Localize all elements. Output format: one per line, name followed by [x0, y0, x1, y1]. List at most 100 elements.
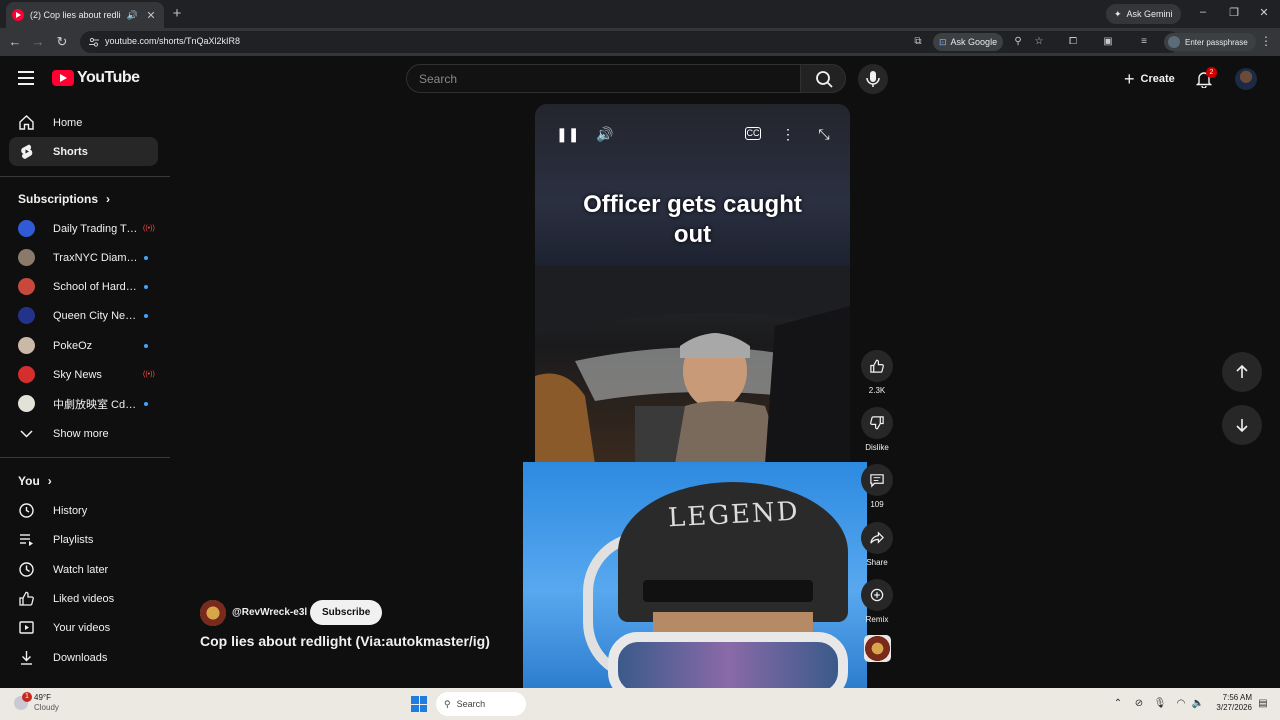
close-window-button[interactable]: ✕ [1257, 6, 1271, 19]
volume-icon[interactable]: 🔊 [596, 125, 614, 143]
remix-button[interactable]: Remix [861, 579, 893, 624]
liked-videos-icon [19, 591, 34, 606]
site-info-icon[interactable] [88, 36, 100, 48]
sidebar-item-label: Playlists [53, 533, 94, 546]
thumbs-up-icon [870, 359, 884, 373]
channel-avatar [18, 395, 35, 412]
ask-google-button[interactable]: ⊡ Ask Google [933, 33, 1004, 51]
forward-icon[interactable]: → [30, 34, 46, 50]
sidebar-item-downloads[interactable]: Downloads [9, 643, 158, 672]
create-label: Create [1140, 72, 1175, 85]
extensions-icon[interactable]: ⧠ [1066, 36, 1080, 47]
sound-thumbnail[interactable] [864, 635, 891, 662]
volume-tray-icon[interactable]: 🔈 [1191, 698, 1205, 709]
sidebar-item-watch-later[interactable]: Watch later [9, 555, 158, 584]
wifi-icon[interactable]: ◠ [1174, 698, 1188, 709]
sidebar-item-your-videos[interactable]: Your videos [9, 613, 158, 642]
taskbar-search[interactable]: ⚲ Search [436, 692, 526, 716]
subscription-school-of-hard-knocks[interactable]: School of Hard K... [9, 272, 158, 301]
subscription-queen-city-news[interactable]: Queen City News [9, 301, 158, 330]
sidebar-item-playlists[interactable]: Playlists [9, 525, 158, 554]
weather-condition: Cloudy [34, 703, 59, 712]
search-icon [816, 71, 833, 88]
profile-passphrase-button[interactable]: Enter passphrase [1164, 33, 1256, 51]
profile-avatar [1168, 36, 1180, 48]
fullscreen-icon[interactable]: ⤡ [815, 125, 833, 143]
comments-button[interactable]: 109 [861, 464, 893, 509]
create-button[interactable]: + Create [1112, 64, 1187, 93]
search-placeholder: Search [419, 72, 458, 86]
subscriptions-title: Subscriptions [18, 192, 99, 206]
network-off-icon[interactable]: ⊘ [1132, 698, 1146, 709]
channel-avatar [18, 307, 35, 324]
search-input[interactable]: Search [406, 64, 801, 93]
subscription-traxnyc[interactable]: TraxNYC Diamon... [9, 243, 158, 272]
tab-audio-icon[interactable]: 🔊 [127, 10, 138, 21]
comment-icon [870, 474, 884, 488]
live-icon: ((•)) [143, 225, 155, 232]
media-controls-icon[interactable]: ≡ [1137, 36, 1151, 47]
install-app-icon[interactable]: ⧉ [911, 36, 925, 47]
guide-menu-icon[interactable] [18, 71, 34, 85]
pause-icon[interactable]: ❚❚ [556, 125, 579, 143]
split-view-icon[interactable]: ▣ [1101, 36, 1115, 47]
previous-short-button[interactable] [1222, 352, 1262, 392]
address-bar[interactable]: youtube.com/shorts/TnQaXl2kIR8 ⧉ ⊡ Ask G… [80, 31, 1180, 53]
youtube-logo[interactable]: YouTube [52, 69, 140, 87]
subscription-pokeoz[interactable]: PokeOz [9, 331, 158, 360]
windows-start-icon[interactable] [411, 696, 427, 712]
browser-tab[interactable]: (2) Cop lies about redlight | 🔊 ✕ [6, 2, 164, 28]
share-button[interactable]: Share [861, 522, 893, 567]
maximize-button[interactable]: ❐ [1227, 6, 1241, 19]
show-more-button[interactable]: Show more [9, 419, 158, 448]
dislike-button[interactable]: Dislike [861, 407, 893, 452]
new-tab-button[interactable]: + [170, 5, 184, 22]
shorts-video-player[interactable]: Officer gets caught out ❚❚ 🔊 CC ⋮ ⤡ [535, 104, 850, 464]
sidebar-item-history[interactable]: History [9, 496, 158, 525]
next-short-button[interactable] [1222, 405, 1262, 445]
account-avatar[interactable] [1235, 68, 1257, 90]
browser-menu-icon[interactable]: ⋮ [1260, 34, 1272, 48]
closed-captions-icon[interactable]: CC [745, 127, 761, 140]
subscription-sky-news[interactable]: Sky News ((•)) [9, 360, 158, 389]
system-clock[interactable]: 7:56 AM 3/27/2026 [1212, 693, 1252, 713]
microphone-tray-icon[interactable]: 🎙 [1153, 698, 1167, 709]
sidebar-item-label: Watch later [53, 563, 109, 576]
passphrase-label: Enter passphrase [1185, 37, 1248, 47]
sidebar-item-label: Downloads [53, 651, 108, 664]
subscription-daily-trading-tips[interactable]: Daily Trading Tips ((•)) [9, 214, 158, 243]
sidebar-item-liked-videos[interactable]: Liked videos [9, 584, 158, 613]
chevron-down-icon [20, 430, 33, 438]
you-heading[interactable]: You › [18, 474, 52, 488]
channel-avatar[interactable] [200, 600, 226, 626]
weather-widget[interactable]: 1 49°F Cloudy [14, 692, 59, 713]
watch-later-icon [19, 562, 34, 577]
reload-icon[interactable]: ↻ [54, 34, 70, 50]
channel-handle[interactable]: @RevWreck-e3l [232, 607, 307, 618]
like-button[interactable]: 2.3K [861, 350, 893, 395]
ask-gemini-button[interactable]: ✦ Ask Gemini [1106, 4, 1181, 24]
back-icon[interactable]: ← [7, 34, 23, 50]
picture-in-picture-overlay[interactable]: LEGEND [523, 462, 867, 720]
tray-overflow-icon[interactable]: ⌃ [1111, 698, 1125, 709]
home-icon [19, 115, 34, 130]
subscribe-button[interactable]: Subscribe [310, 600, 383, 625]
minimize-button[interactable]: – [1196, 6, 1210, 18]
ask-google-label: Ask Google [950, 37, 998, 47]
zoom-icon[interactable]: ⚲ [1011, 36, 1025, 47]
youtube-logo-icon [52, 70, 74, 86]
sidebar-item-shorts[interactable]: Shorts [9, 137, 158, 166]
sidebar-item-label: History [53, 504, 88, 517]
share-label: Share [866, 558, 888, 567]
new-content-dot [144, 255, 148, 260]
channel-name: TraxNYC Diamon... [53, 251, 138, 264]
voice-search-button[interactable] [858, 64, 888, 94]
more-options-icon[interactable]: ⋮ [779, 125, 797, 143]
subscriptions-heading[interactable]: Subscriptions › [18, 192, 110, 206]
notification-center-icon[interactable]: ▤ [1256, 698, 1270, 709]
tab-close-icon[interactable]: ✕ [144, 9, 158, 22]
sidebar-item-home[interactable]: Home [9, 108, 158, 137]
subscription-cdrama[interactable]: 中劇放映室 Cdra... [9, 389, 158, 418]
bookmark-star-icon[interactable]: ☆ [1032, 36, 1046, 47]
search-button[interactable] [800, 64, 846, 93]
